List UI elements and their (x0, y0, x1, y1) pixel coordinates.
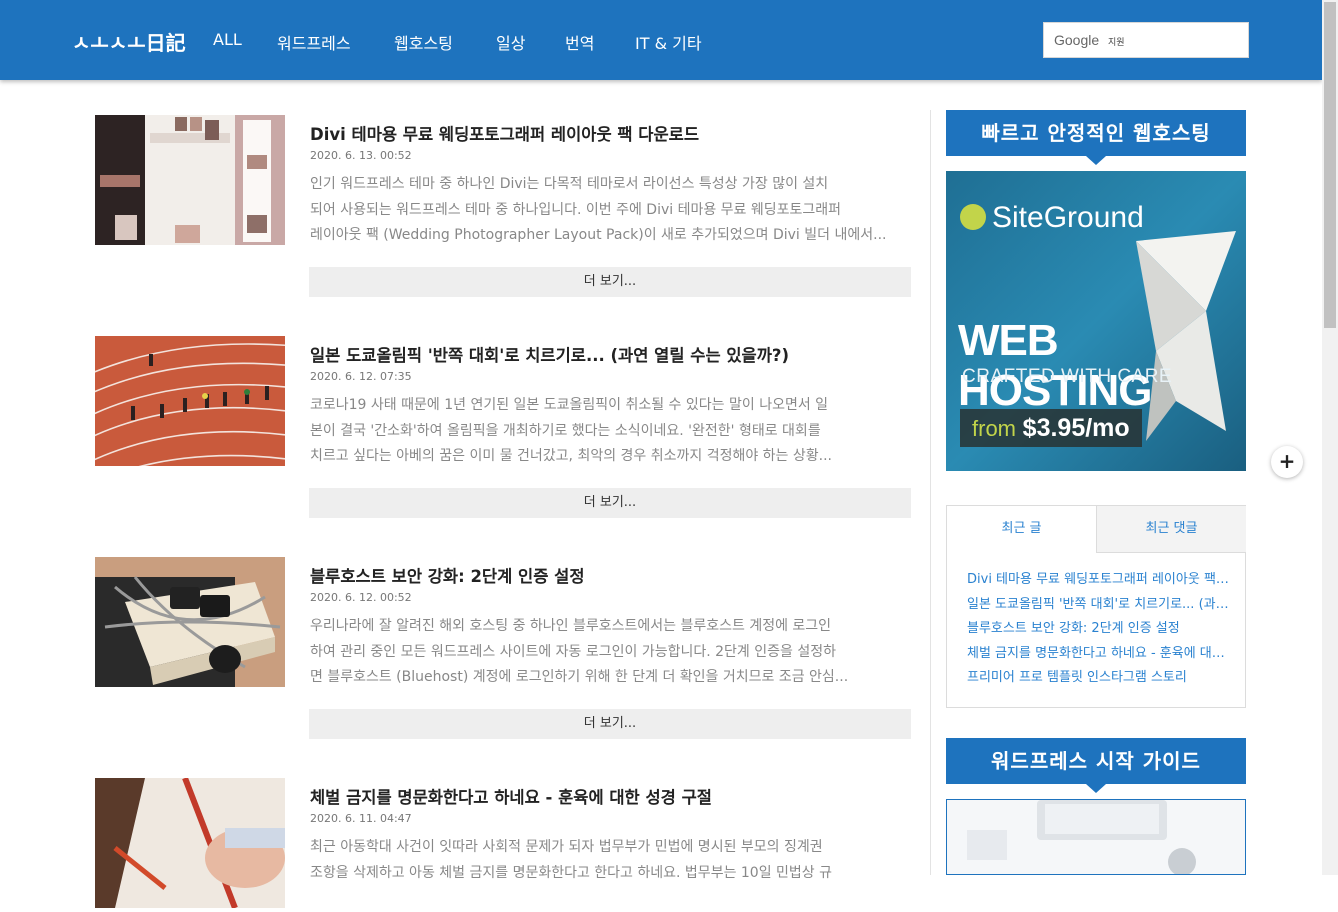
guide-widget-title-text: 워드프레스 시작 가이드 (991, 749, 1201, 773)
search-input[interactable] (1134, 29, 1246, 53)
read-more-button[interactable]: 더 보기... (309, 488, 911, 518)
page-scrollbar[interactable] (1322, 0, 1338, 875)
excerpt-line: 면 블루호스트 (Bluehost) 계정에 로그인하기 위해 한 단계 더 확… (310, 669, 849, 685)
content-divider (930, 110, 931, 875)
excerpt-line: 본이 결국 '간소화'하여 올림픽을 개최하기로 했다는 소식이네요. '완전한… (310, 422, 821, 439)
siteground-ad[interactable]: SiteGround WEB HOSTING CRAFTED WITH CARE… (946, 171, 1246, 471)
recent-post-link[interactable]: 프리미어 프로 템플릿 인스타그램 스토리 (967, 666, 1229, 691)
recent-posts-list: Divi 테마용 무료 웨딩포토그래퍼 레이아웃 팩 다운로드 일본 도쿄올림픽… (967, 568, 1229, 691)
guide-widget-title: 워드프레스 시작 가이드 (946, 738, 1246, 793)
site-header: ㅅㅗㅅㅗ日記 ALL 워드프레스 웹호스팅 일상 번역 IT & 기타 Goog… (0, 0, 1322, 80)
excerpt-line: 레이아웃 팩 (Wedding Photographer Layout Pack… (310, 227, 887, 243)
wedding-layout-image (95, 115, 285, 245)
tab-recent-comments[interactable]: 최근 댓글 (1096, 506, 1246, 553)
child-writing-image (95, 778, 285, 908)
title-arrow (1086, 784, 1106, 793)
siteground-logo: SiteGround (960, 201, 1144, 235)
excerpt-line: 인기 워드프레스 테마 중 하나인 Divi는 다목적 테마로서 라이선스 특성… (310, 176, 829, 192)
post-title[interactable]: 체벌 금지를 명문화한다고 하네요 - 훈육에 대한 성경 구절 (310, 784, 712, 808)
post-excerpt: 최근 아동학대 사건이 잇따라 사회적 문제가 되자 법무부가 민법에 명시된 … (310, 835, 912, 912)
post-thumbnail[interactable] (95, 557, 285, 687)
recent-post-link[interactable]: 일본 도쿄올림픽 '반쪽 대회'로 치르기로... (과연 열릴 수는 있을까?… (967, 593, 1229, 618)
site-logo[interactable]: ㅅㅗㅅㅗ日記 (72, 27, 186, 56)
chained-book-image (95, 557, 285, 687)
post-date: 2020. 6. 13. 00:52 (310, 149, 412, 162)
post-thumbnail[interactable] (95, 336, 285, 466)
ad-price-from: from (972, 416, 1016, 441)
post-date: 2020. 6. 12. 07:35 (310, 370, 412, 383)
post-title[interactable]: 블루호스트 보안 강화: 2단계 인증 설정 (310, 563, 585, 587)
guide-image[interactable] (946, 799, 1246, 875)
post-excerpt: 우리나라에 잘 알려진 해외 호스팅 중 하나인 블루호스트에서는 블루호스트 … (310, 614, 912, 691)
excerpt-line: 코로나19 사태 때문에 1년 연기된 일본 도쿄올림픽이 취소될 수 있다는 … (310, 397, 829, 413)
post-date: 2020. 6. 11. 04:47 (310, 812, 412, 825)
hosting-widget-title-text: 빠르고 안정적인 웹호스팅 (981, 121, 1211, 145)
post-date: 2020. 6. 12. 00:52 (310, 591, 412, 604)
siteground-logo-icon (960, 204, 986, 230)
recent-post-link[interactable]: 블루호스트 보안 강화: 2단계 인증 설정 (967, 617, 1229, 642)
post-title[interactable]: 일본 도쿄올림픽 '반쪽 대회'로 치르기로... (과연 열릴 수는 있을까?… (310, 342, 789, 366)
nav-item-webhosting[interactable]: 웹호스팅 (394, 30, 453, 54)
post-title[interactable]: Divi 테마용 무료 웨딩포토그래퍼 레이아웃 팩 다운로드 (310, 121, 699, 145)
read-more-button[interactable]: 더 보기... (309, 267, 911, 297)
excerpt-line: 우리나라에 잘 알려진 해외 호스팅 중 하나인 블루호스트에서는 블루호스트 … (310, 618, 832, 634)
ad-price-tag: from $3.95/mo (960, 409, 1142, 447)
post-thumbnail[interactable] (95, 115, 285, 245)
recent-post-link[interactable]: 체벌 금지를 명문화한다고 하네요 - 훈육에 대한 성경 구절 (967, 642, 1229, 667)
nav-item-all[interactable]: ALL (213, 30, 242, 49)
tab-recent-posts[interactable]: 최근 글 (947, 506, 1096, 552)
nav-item-it-etc[interactable]: IT & 기타 (635, 30, 702, 54)
excerpt-line: 치르고 싶다는 아베의 꿈은 이미 물 건너갔고, 최악의 경우 취소까지 걱정… (310, 448, 833, 464)
excerpt-line: 최근 아동학대 사건이 잇따라 사회적 문제가 되자 법무부가 민법에 명시된 … (310, 839, 823, 855)
expand-plus-button[interactable]: + (1271, 446, 1303, 478)
ad-subheadline: CRAFTED WITH CARE (962, 366, 1173, 387)
title-arrow (1086, 156, 1106, 165)
post-thumbnail[interactable] (95, 778, 285, 908)
ad-price-value: $3.95/mo (1022, 414, 1130, 442)
search-sub-label: 지원 (1108, 38, 1125, 48)
excerpt-line: 조항을 삭제하고 아동 체벌 금지를 명문화한다고 한다고 하네요. 법무부는 … (310, 864, 833, 881)
excerpt-line: 하여 관리 중인 모든 워드프레스 사이트에 자동 로그인이 가능합니다. 2단… (310, 643, 836, 660)
nav-item-translation[interactable]: 번역 (565, 30, 594, 54)
running-track-image (95, 336, 285, 466)
ad-brand: SiteGround (992, 201, 1144, 234)
read-more-button[interactable]: 더 보기... (309, 709, 911, 739)
post-excerpt: 코로나19 사태 때문에 1년 연기된 일본 도쿄올림픽이 취소될 수 있다는 … (310, 393, 912, 470)
nav-item-wordpress[interactable]: 워드프레스 (277, 30, 351, 54)
google-search-box: Google 지원 (1043, 22, 1249, 58)
post-excerpt: 인기 워드프레스 테마 중 하나인 Divi는 다목적 테마로서 라이선스 특성… (310, 172, 912, 249)
google-brand: Google (1054, 32, 1100, 48)
laptop-desk-image (947, 800, 1245, 874)
hosting-widget-title: 빠르고 안정적인 웹호스팅 (946, 110, 1246, 165)
recent-post-link[interactable]: Divi 테마용 무료 웨딩포토그래퍼 레이아웃 팩 다운로드 (967, 568, 1229, 593)
recent-posts-widget: 최근 글 최근 댓글 Divi 테마용 무료 웨딩포토그래퍼 레이아웃 팩 다운… (946, 505, 1246, 708)
scrollbar-thumb[interactable] (1324, 2, 1336, 328)
excerpt-line: 되어 사용되는 워드프레스 테마 중 하나입니다. 이번 주에 Divi 테마용… (310, 201, 842, 218)
nav-item-daily[interactable]: 일상 (496, 30, 525, 54)
